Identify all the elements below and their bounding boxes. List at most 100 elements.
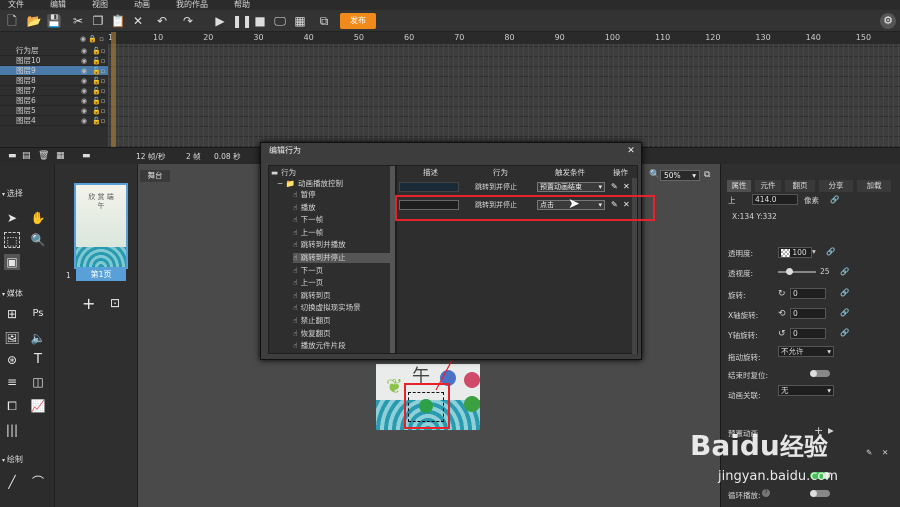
eye-icon[interactable]: ◉ [80, 77, 88, 85]
gear-icon[interactable]: ⚙ [880, 13, 896, 29]
trigger-select[interactable]: 预置动画结束 ▾ [537, 182, 605, 192]
photoshop-icon[interactable]: Ps [30, 306, 46, 322]
close-icon[interactable]: ✕ [625, 145, 637, 157]
edit-icon[interactable]: ✎ [611, 182, 618, 191]
image-tool-icon[interactable]: ▣ [4, 254, 20, 270]
tab-share[interactable]: 分享 [819, 180, 853, 192]
tab-stage[interactable]: 舞台 [140, 170, 170, 182]
open-folder-icon[interactable]: 📂 [26, 13, 42, 29]
eye-icon[interactable]: ◉ [80, 67, 88, 75]
opacity-dropdown-icon[interactable]: ▾ [812, 247, 816, 256]
list-icon[interactable]: ≡ [4, 374, 20, 390]
outline-icon[interactable]: ▫ [100, 87, 106, 95]
opacity-input[interactable]: 100 [778, 247, 812, 258]
tree-root[interactable]: ▬ 行为 [271, 168, 296, 178]
lock-icon[interactable]: 🔓 [92, 117, 101, 125]
frame-icon[interactable]: ◫ [30, 374, 46, 390]
frame-grid[interactable] [108, 44, 900, 147]
frame-options-icon[interactable]: ▬ [82, 151, 91, 161]
playhead[interactable] [111, 32, 116, 147]
audio-icon[interactable]: 🔈 [30, 330, 46, 346]
delete-icon[interactable]: ✕ [130, 13, 146, 29]
qzone-share-icon[interactable] [464, 372, 480, 388]
tree-item[interactable]: ☝ 切换虚拟现实场景 [293, 303, 361, 313]
lock-icon[interactable]: 🔓 [92, 47, 101, 55]
publish-button[interactable]: 发布 [340, 13, 376, 29]
tree-item[interactable]: ☝ 暂停 [293, 190, 316, 200]
eye-icon[interactable]: ◉ [80, 107, 88, 115]
wechat-share-icon[interactable] [464, 396, 480, 412]
layer-row[interactable]: 图层8 ◉ 🔓 ▫ [0, 76, 108, 86]
redo-icon[interactable]: ↷ [180, 13, 196, 29]
curve-icon[interactable]: ⌒ [30, 474, 46, 490]
undo-icon[interactable]: ↶ [154, 13, 170, 29]
rotate-link-icon[interactable]: 🔗 [840, 288, 849, 297]
add-page-icon[interactable]: + [82, 294, 95, 313]
frame-ruler[interactable]: 1102030405060708090100110120130140150 [108, 32, 900, 44]
rotate-input[interactable]: 0 [790, 288, 826, 299]
zoom-select[interactable]: 50% ▾ [660, 170, 700, 181]
lock-icon[interactable]: 🔓 [92, 77, 101, 85]
new-file-icon[interactable]: 🗋 [4, 13, 20, 29]
blur-slider[interactable] [778, 271, 816, 273]
picture-icon[interactable]: 🖼 [4, 330, 20, 346]
layer-row[interactable]: 图层7 ◉ 🔓 ▫ [0, 86, 108, 96]
top-input[interactable]: 414.0 [752, 194, 798, 205]
trash-icon[interactable]: 🗑 [38, 151, 49, 161]
blur-link-icon[interactable]: 🔗 [840, 267, 849, 276]
chart-icon[interactable]: 📈 [30, 398, 46, 414]
eye-icon[interactable]: ◉ [80, 47, 88, 55]
tree-item[interactable]: ☝ 上一帧 [293, 228, 323, 238]
paste-icon[interactable]: 📋 [110, 13, 126, 29]
y-rotate-input[interactable]: 0 [790, 328, 826, 339]
page-thumbnail[interactable]: 欣 赏 端 午 [74, 183, 128, 269]
layer-options-icon[interactable]: ▦ [56, 151, 65, 161]
blur-slider-knob[interactable] [786, 268, 793, 275]
menu-view[interactable]: 视图 [92, 0, 108, 10]
tree-item[interactable]: ☝ 播放 [293, 203, 316, 213]
drag-rotate-select[interactable]: 不允许 ▾ [778, 346, 834, 357]
video-icon[interactable]: ⊛ [4, 352, 20, 368]
stop-icon[interactable]: ■ [252, 13, 268, 29]
fit-icon[interactable]: ⧉ [704, 170, 710, 180]
add-blank-page-icon[interactable]: ⊡ [110, 296, 120, 310]
pause-icon[interactable]: ❚❚ [232, 13, 252, 29]
link-icon[interactable]: 🔗 [830, 195, 839, 204]
tree-item[interactable]: ☝ 跳转到页 [293, 291, 331, 301]
menu-edit[interactable]: 编辑 [50, 0, 66, 10]
cut-icon[interactable]: ✂ [70, 13, 86, 29]
tree-item[interactable]: ☝ 禁止翻页 [293, 316, 331, 326]
menu-animation[interactable]: 动画 [134, 0, 150, 10]
menu-help[interactable]: 帮助 [234, 0, 250, 10]
tab-properties[interactable]: 属性 [727, 180, 751, 192]
eye-icon[interactable]: ◉ [80, 117, 88, 125]
component-icon[interactable]: ⧠ [4, 398, 20, 414]
eye-icon[interactable]: ◉ [80, 97, 88, 105]
outline-icon[interactable]: ▫ [100, 67, 106, 75]
menu-file[interactable]: 文件 [8, 0, 24, 10]
outline-icon[interactable]: ▫ [100, 107, 106, 115]
lock-icon[interactable]: 🔓 [92, 87, 101, 95]
outline-icon[interactable]: ▫ [100, 77, 106, 85]
layer-row[interactable]: 行为层 ◉ 🔓 ▫ [0, 46, 108, 56]
tree-item[interactable]: ☝ 跳转到并播放 [293, 240, 346, 250]
tab-components[interactable]: 元件 [755, 180, 781, 192]
tree-item[interactable]: ☝ 上一页 [293, 278, 323, 288]
arrow-icon[interactable]: ➤ [4, 210, 20, 226]
outline-icon[interactable]: ▫ [100, 97, 106, 105]
copy-icon[interactable]: ❐ [90, 13, 106, 29]
lock-icon[interactable]: 🔓 [92, 97, 101, 105]
preview-icon[interactable]: 🖵 [272, 13, 288, 29]
layer-row[interactable]: 图层6 ◉ 🔓 ▫ [0, 96, 108, 106]
text-icon[interactable]: T [30, 352, 46, 368]
share-icon[interactable]: ⧉ [316, 13, 332, 29]
save-icon[interactable]: 💾 [46, 13, 62, 29]
tab-pageflip[interactable]: 翻页 [785, 180, 815, 192]
folder-icon[interactable]: ▤ [22, 151, 31, 161]
layer-row[interactable]: 图层4 ◉ 🔓 ▫ [0, 116, 108, 126]
lock-icon[interactable]: 🔓 [92, 67, 101, 75]
tree-item[interactable]: ☝ 播放元件片段 [293, 341, 346, 351]
hand-icon[interactable]: ✋ [30, 210, 46, 226]
tree-item[interactable]: ☝ 下一帧 [293, 215, 323, 225]
layer-row[interactable]: 图层5 ◉ 🔓 ▫ [0, 106, 108, 116]
